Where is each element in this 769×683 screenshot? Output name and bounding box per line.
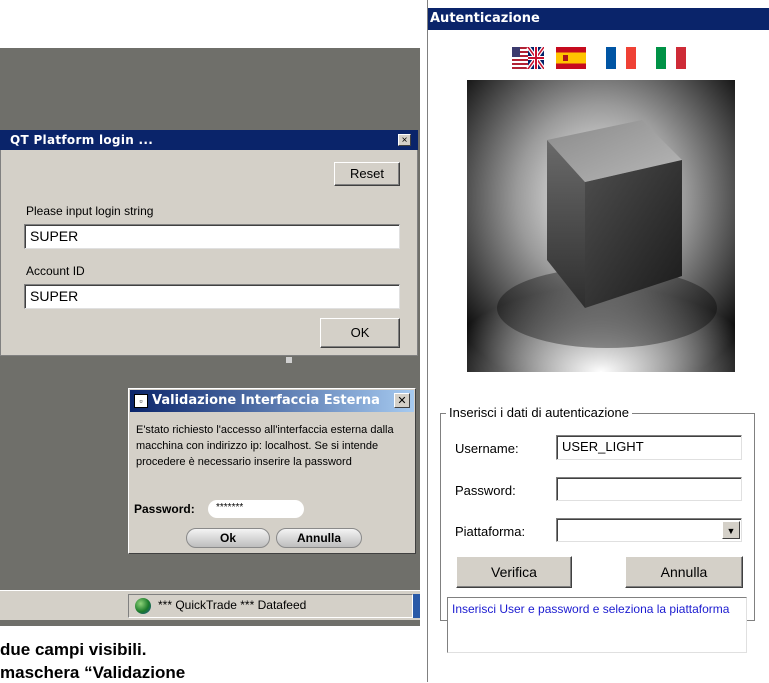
caption-line-2: maschera “Validazione [0,663,186,682]
password-input[interactable]: ******* [208,500,304,518]
platform-label: Piattaforma: [455,524,526,539]
cancel-button[interactable]: Annulla [276,528,362,548]
reset-button[interactable]: Reset [334,162,400,186]
login-string-label: Please input login string [26,204,154,218]
password-input[interactable] [556,477,742,501]
ok-button[interactable]: Ok [186,528,270,548]
platform-select[interactable] [556,518,742,542]
qt-title: QT Platform login ... [10,133,154,147]
italian-flag-icon[interactable] [656,47,686,69]
ok-button[interactable]: OK [320,318,400,348]
auth-title: Autenticazione [430,11,540,26]
cancel-button[interactable]: Annulla [625,556,743,588]
account-id-label: Account ID [26,264,85,278]
taskbar-edge [413,594,420,618]
caption-line-1: due campi visibili. [0,640,147,659]
login-string-input[interactable]: SUPER [24,224,400,249]
validazione-dialog [128,388,416,554]
window-icon: ▫ [134,394,148,408]
cube-image [467,80,735,372]
verify-button[interactable]: Verifica [456,556,572,588]
spanish-flag-icon[interactable] [556,47,586,69]
french-flag-icon[interactable] [606,47,636,69]
validazione-title: Validazione Interfaccia Esterna [152,393,380,408]
globe-icon[interactable] [135,598,151,614]
tray-label[interactable]: *** QuickTrade *** Datafeed [158,598,306,612]
password-label: Password: [134,502,195,516]
validazione-message: E'stato richiesto l'accesso all'interfac… [136,424,394,468]
group-legend: Inserisci i dati di autenticazione [446,405,632,420]
username-input[interactable]: USER_LIGHT [556,435,742,460]
account-id-input[interactable]: SUPER [24,284,400,309]
username-label: Username: [455,441,519,456]
desktop-marker [286,357,292,363]
chevron-down-icon[interactable]: ▼ [722,521,740,539]
status-message: Inserisci User e password e seleziona la… [447,597,747,653]
english-flag-icon[interactable] [512,47,544,69]
close-icon[interactable]: ✕ [394,393,410,408]
password-label: Password: [455,483,516,498]
close-icon[interactable]: × [398,134,411,146]
